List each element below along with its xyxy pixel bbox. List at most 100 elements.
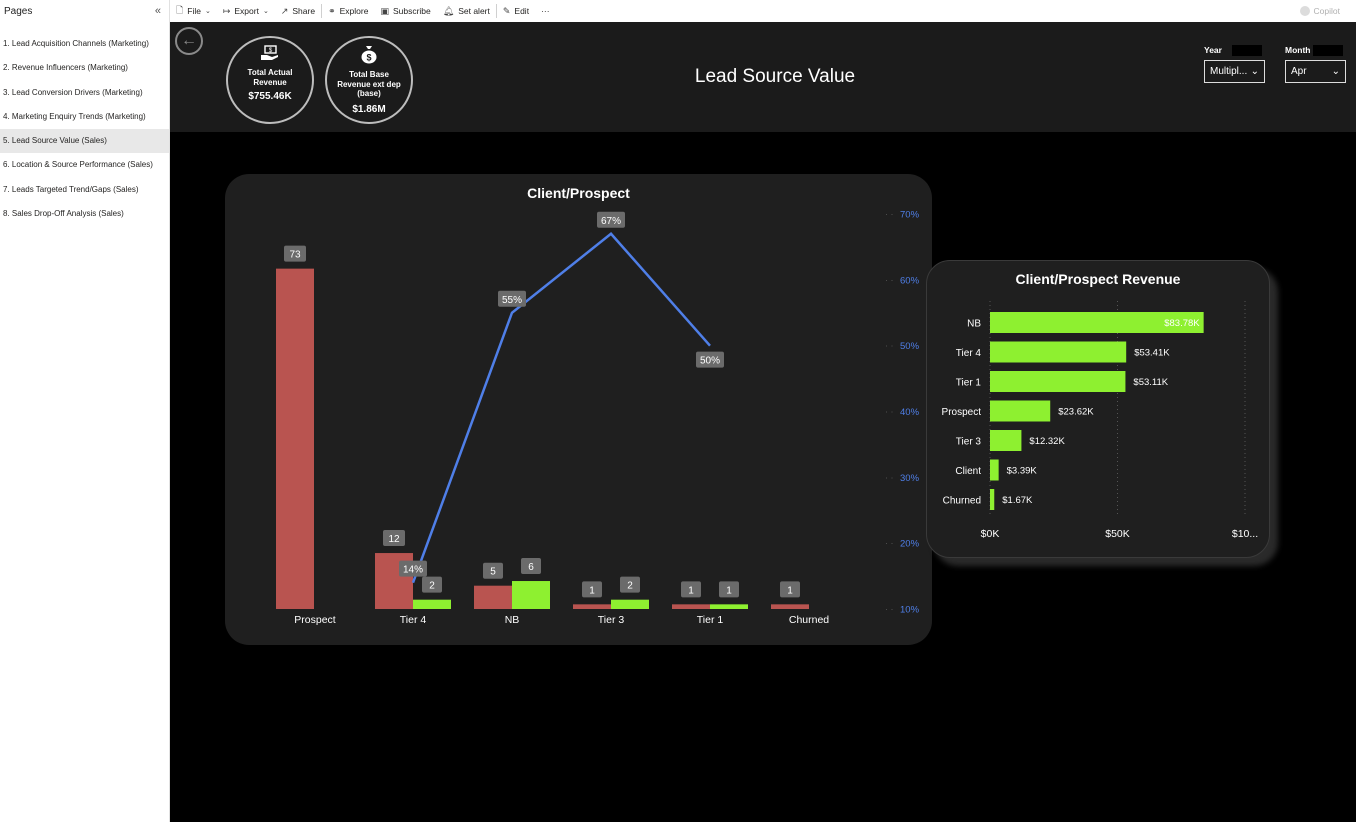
- share-icon: ↗: [280, 5, 289, 16]
- y2-tick-label: 50%: [900, 341, 920, 352]
- client-prospect-revenue-card[interactable]: Client/Prospect Revenue $0K $50K $10... NB $…: [926, 260, 1270, 558]
- bar-data-label: 6: [528, 562, 534, 573]
- kpi-label: Total Actual Revenue: [247, 68, 293, 87]
- y2-tick-label: 60%: [900, 275, 920, 286]
- axis-tick-dots: · ·: [885, 407, 894, 417]
- bar-tier-1-green: [710, 604, 748, 609]
- x-tick-label: Prospect: [294, 614, 336, 626]
- bar-tier-3-green: [611, 599, 649, 609]
- bar-data-label: $1.67K: [1002, 495, 1033, 506]
- y-tick-label: NB: [967, 319, 981, 330]
- month-dropdown[interactable]: Apr ⌄: [1285, 60, 1346, 83]
- year-slicer: Year Multipl... ⌄: [1204, 40, 1265, 83]
- pencil-icon: ✎: [502, 5, 511, 16]
- sidebar-page-item[interactable]: 8. Sales Drop-Off Analysis (Sales): [0, 202, 169, 226]
- kpi-label: Total Base Revenue ext dep (base): [337, 70, 401, 98]
- bar-client: [990, 459, 999, 481]
- bar-data-label: $3.39K: [1007, 466, 1038, 477]
- bar-nb-green: [512, 581, 550, 609]
- collapse-sidebar-icon[interactable]: «: [155, 5, 161, 17]
- sidebar-page-item[interactable]: 6. Location & Source Performance (Sales): [0, 153, 169, 177]
- kpi-value: $755.46K: [248, 91, 292, 102]
- file-label: File: [187, 6, 201, 16]
- copilot-icon: [1299, 6, 1310, 16]
- explore-button[interactable]: ⚭ Explore: [322, 0, 374, 22]
- bar-data-label: 1: [787, 585, 793, 596]
- bar-tier-1-red: [672, 604, 710, 609]
- money-bag-icon: $: [359, 44, 379, 68]
- share-label: Share: [292, 6, 316, 16]
- chevron-down-icon: ⌄: [1250, 66, 1259, 77]
- share-button[interactable]: ↗ Share: [275, 0, 321, 22]
- bar-data-label: 5: [490, 567, 496, 578]
- bar-data-label: 2: [429, 581, 435, 592]
- bar-data-label: 1: [726, 585, 732, 596]
- year-dropdown[interactable]: Multipl... ⌄: [1204, 60, 1265, 83]
- bar-tier-4: [990, 341, 1127, 363]
- copilot-label: Copilot: [1313, 6, 1340, 16]
- sidebar-page-item[interactable]: 3. Lead Conversion Drivers (Marketing): [0, 81, 169, 105]
- bar-data-label: $23.62K: [1058, 407, 1094, 418]
- line-data-label: 55%: [502, 295, 522, 306]
- bar-data-label: $83.78K: [1164, 318, 1200, 329]
- file-icon: 🗋: [176, 5, 184, 15]
- sidebar-page-item[interactable]: 7. Leads Targeted Trend/Gaps (Sales): [0, 178, 169, 202]
- y-tick-label: Prospect: [942, 407, 982, 418]
- x-tick-label: $10...: [1232, 528, 1258, 540]
- bar-tier-1: [990, 371, 1126, 392]
- y-tick-label: Tier 4: [956, 348, 982, 359]
- export-icon: ↦: [222, 5, 231, 16]
- edit-label: Edit: [514, 6, 530, 16]
- subscribe-label: Subscribe: [392, 6, 431, 16]
- bar-prospect: [990, 400, 1051, 422]
- month-slicer: Month Apr ⌄: [1285, 40, 1346, 83]
- bar-data-label: 73: [289, 250, 301, 261]
- bar-tier-3: [990, 430, 1022, 451]
- line-data-label: 67%: [601, 216, 621, 227]
- year-dropdown-value: Multipl...: [1210, 66, 1248, 77]
- explore-icon: ⚭: [328, 5, 336, 16]
- report-window: Pages « 1. Lead Acquisition Channels (Ma…: [0, 0, 1356, 822]
- chevron-down-icon: ⌄: [204, 8, 211, 15]
- month-slicer-label: Month: [1285, 45, 1343, 56]
- axis-tick-dots: · ·: [885, 275, 894, 285]
- bar-data-label: $12.32K: [1029, 436, 1065, 447]
- sidebar-page-item[interactable]: 5. Lead Source Value (Sales): [0, 129, 169, 154]
- axis-tick-dots: · ·: [885, 472, 894, 482]
- axis-tick-dots: · ·: [885, 209, 894, 219]
- file-menu-button[interactable]: 🗋 File ⌄: [170, 0, 217, 22]
- axis-tick-dots: · ·: [885, 538, 894, 548]
- line-data-label: 50%: [700, 356, 720, 367]
- bar-churned: [990, 489, 995, 510]
- y-tick-label: Tier 1: [956, 378, 982, 389]
- money-hand-icon: $: [259, 44, 281, 66]
- y2-tick-label: 30%: [900, 473, 920, 484]
- sidebar-page-item[interactable]: 1. Lead Acquisition Channels (Marketing): [0, 32, 169, 56]
- year-slicer-label: Year: [1204, 45, 1262, 56]
- sidebar-page-item[interactable]: 4. Marketing Enquiry Trends (Marketing): [0, 105, 169, 129]
- kpi-value: $1.86M: [352, 103, 386, 115]
- export-menu-button[interactable]: ↦ Export ⌄: [217, 0, 275, 22]
- axis-tick-dots: · ·: [885, 604, 894, 614]
- y2-tick-label: 40%: [900, 407, 920, 418]
- edit-button[interactable]: ✎ Edit: [497, 0, 535, 22]
- back-arrow-icon[interactable]: ←: [175, 27, 203, 55]
- client-prospect-chart-card[interactable]: Client/Prospect · · 70% · · 60% · · 50% · · 40%…: [225, 174, 932, 645]
- y2-tick-label: 70%: [900, 210, 920, 221]
- export-label: Export: [234, 6, 259, 16]
- more-options-button[interactable]: ···: [535, 0, 556, 22]
- subscribe-button[interactable]: ▣ Subscribe: [374, 0, 436, 22]
- kpi-total-actual-revenue: $ Total Actual Revenue $755.46K: [226, 36, 314, 124]
- subscribe-icon: ▣: [380, 5, 389, 16]
- x-tick-label: Tier 4: [400, 614, 427, 626]
- chevron-down-icon: ⌄: [1331, 66, 1340, 77]
- bar-data-label: 12: [388, 534, 400, 545]
- kpi-total-base-revenue: $ Total Base Revenue ext dep (base) $1.8…: [325, 36, 413, 124]
- copilot-button[interactable]: Copilot: [1294, 0, 1346, 22]
- client-prospect-revenue-chart: $0K $50K $10... NB $83.78K Tier 4 $53.41K Tier …: [942, 301, 1258, 540]
- x-tick-label: $0K: [981, 528, 1000, 540]
- line-data-label: 14%: [403, 565, 423, 576]
- sidebar-page-item[interactable]: 2. Revenue Influencers (Marketing): [0, 56, 169, 80]
- set-alert-button[interactable]: 🔔︎ Set alert: [437, 0, 496, 22]
- conversion-rate-line: [411, 232, 711, 584]
